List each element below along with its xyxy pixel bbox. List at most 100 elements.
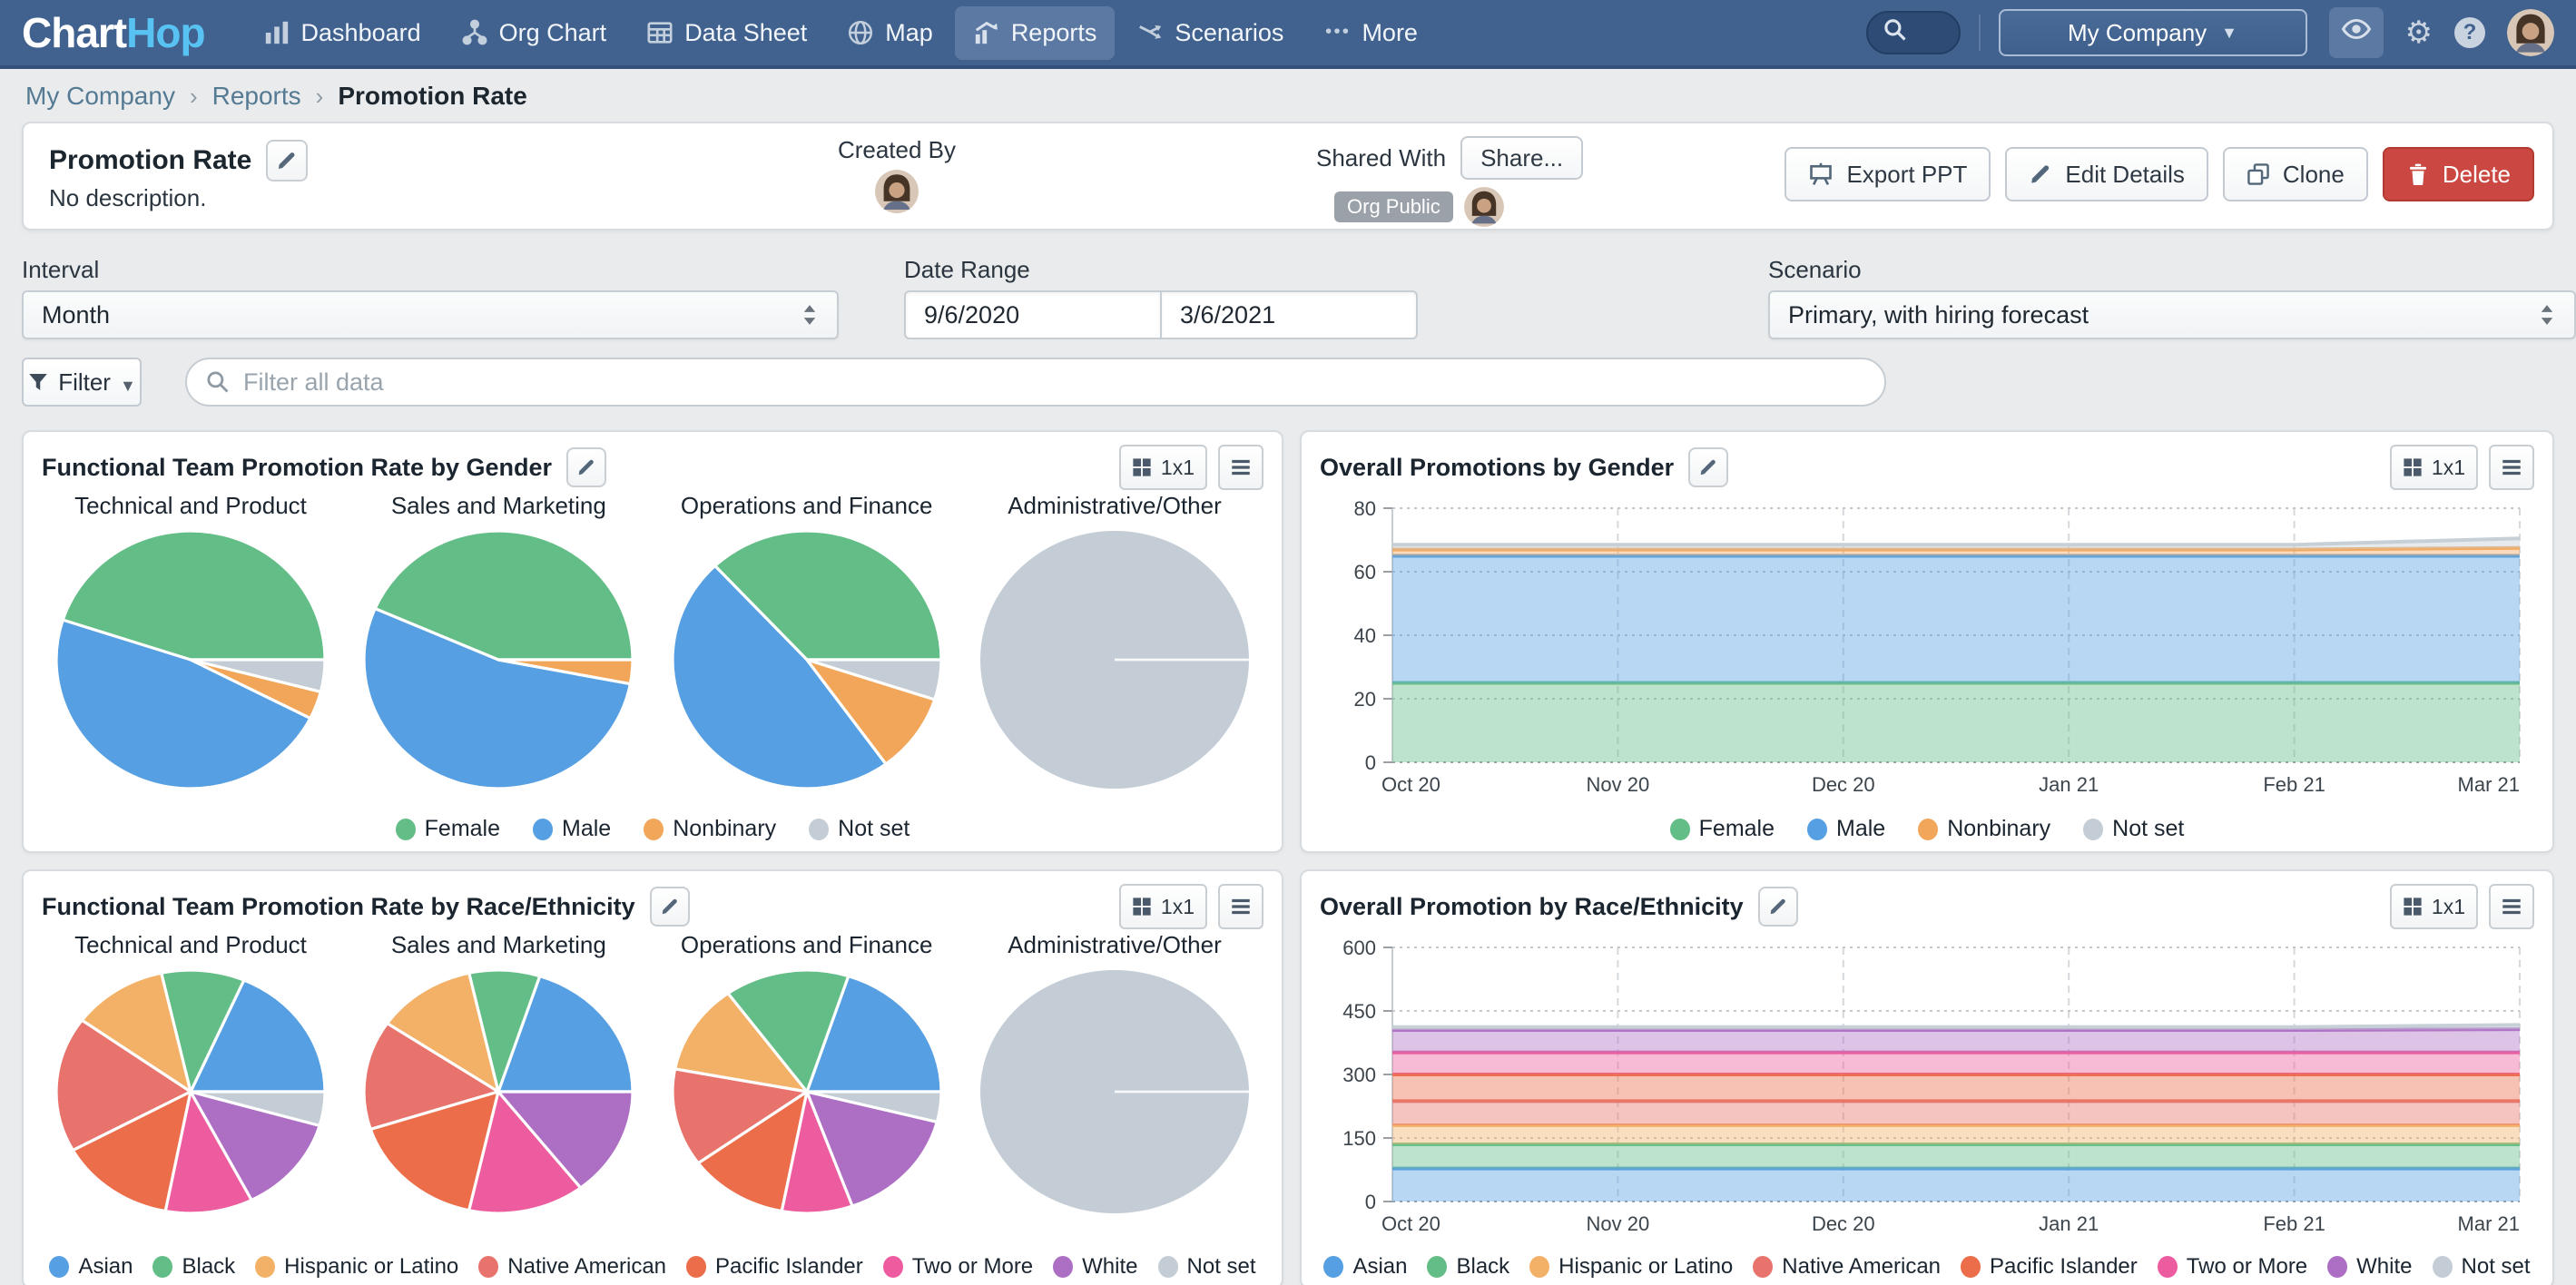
svg-text:40: 40: [1354, 624, 1376, 647]
delete-button[interactable]: Delete: [2383, 147, 2534, 201]
legend-dot: [1753, 1256, 1773, 1278]
card-size-button[interactable]: 1x1: [2390, 445, 2478, 490]
export-ppt-button[interactable]: Export PPT: [1785, 147, 1991, 201]
help-icon[interactable]: ?: [2454, 17, 2485, 48]
legend-label: Black: [182, 1254, 235, 1280]
settings-gear-icon[interactable]: ⚙: [2405, 17, 2433, 48]
legend-item-pacific-islander[interactable]: Pacific Islander: [1961, 1254, 2138, 1280]
hamburger-icon: [2500, 895, 2523, 918]
pie-administrative-other-race[interactable]: [969, 959, 1260, 1217]
legend-item-male[interactable]: Male: [533, 816, 611, 842]
filter-button[interactable]: Filter ▼: [22, 358, 142, 407]
legend-item-not-set[interactable]: Not set: [2433, 1254, 2531, 1280]
nav-item-map[interactable]: Map: [829, 6, 951, 60]
legend-item-native-american[interactable]: Native American: [478, 1254, 666, 1280]
pie-technical-product-race[interactable]: [45, 959, 336, 1217]
scenario-select[interactable]: Primary, with hiring forecast: [1768, 290, 2576, 339]
legend-dot: [686, 1256, 706, 1278]
pie-title: Sales and Marketing: [346, 931, 651, 959]
nav-item-data-sheet[interactable]: Data Sheet: [628, 6, 825, 60]
date-end-input[interactable]: [1160, 290, 1418, 339]
pie-sales-marketing-gender[interactable]: [353, 520, 644, 792]
card-menu-button[interactable]: [1218, 445, 1263, 490]
legend-item-asian[interactable]: Asian: [1323, 1254, 1407, 1280]
interval-select[interactable]: Month: [22, 290, 839, 339]
card-size-button[interactable]: 1x1: [1119, 445, 1207, 490]
nav-item-scenarios[interactable]: Scenarios: [1118, 6, 1302, 60]
legend-item-asian[interactable]: Asian: [49, 1254, 133, 1280]
legend-item-pacific-islander[interactable]: Pacific Islander: [686, 1254, 863, 1280]
pie-sales-marketing-race[interactable]: [353, 959, 644, 1217]
svg-text:Nov 20: Nov 20: [1587, 773, 1650, 796]
card-size-label: 1x1: [2432, 895, 2465, 919]
pie-operations-finance-gender[interactable]: [662, 520, 952, 792]
legend-item-female[interactable]: Female: [1670, 816, 1775, 842]
clone-button[interactable]: Clone: [2223, 147, 2368, 201]
edit-details-button[interactable]: Edit Details: [2005, 147, 2208, 201]
legend-label: Hispanic or Latino: [284, 1254, 458, 1280]
pie-administrative-other-gender[interactable]: [969, 520, 1260, 792]
card-size-button[interactable]: 1x1: [2390, 884, 2478, 929]
date-start-input[interactable]: [904, 290, 1162, 339]
legend-item-two-or-more[interactable]: Two or More: [2158, 1254, 2307, 1280]
report-actions: Export PPT Edit Details Clone Delete: [1785, 147, 2534, 201]
edit-chart-button[interactable]: [566, 447, 606, 487]
pie-column: Sales and Marketing: [346, 490, 651, 799]
legend-item-nonbinary[interactable]: Nonbinary: [644, 816, 776, 842]
legend-item-white[interactable]: White: [1053, 1254, 1137, 1280]
legend-item-not-set[interactable]: Not set: [1158, 1254, 1256, 1280]
legend-label: Not set: [1187, 1254, 1256, 1280]
legend-item-black[interactable]: Black: [1427, 1254, 1509, 1280]
legend-item-not-set[interactable]: Not set: [2083, 816, 2184, 842]
breadcrumb-reports[interactable]: Reports: [212, 82, 301, 111]
legend-dot: [1961, 1256, 1981, 1278]
shared-user-avatar[interactable]: [1464, 187, 1504, 227]
legend-dot: [1918, 819, 1938, 840]
legend-item-black[interactable]: Black: [152, 1254, 235, 1280]
legend-item-two-or-more[interactable]: Two or More: [883, 1254, 1033, 1280]
edit-title-button[interactable]: [266, 140, 308, 181]
nav-label: Data Sheet: [684, 19, 807, 47]
legend-item-hispanic-or-latino[interactable]: Hispanic or Latino: [1529, 1254, 1733, 1280]
legend-item-not-set[interactable]: Not set: [809, 816, 909, 842]
user-avatar[interactable]: [2507, 9, 2554, 56]
card-menu-button[interactable]: [2489, 884, 2534, 929]
created-by-block: Created By: [819, 136, 975, 213]
legend-item-male[interactable]: Male: [1807, 816, 1885, 842]
edit-chart-button[interactable]: [650, 887, 690, 927]
card-menu-button[interactable]: [2489, 445, 2534, 490]
nav-item-dashboard[interactable]: Dashboard: [245, 6, 439, 60]
area-chart-race[interactable]: 0150300450600Oct 20Nov 20Dec 20Jan 21Feb…: [1320, 933, 2531, 1252]
view-mode-button[interactable]: [2329, 7, 2384, 58]
filter-all-data-input[interactable]: [243, 368, 1866, 397]
card-gender-pies: Functional Team Promotion Rate by Gender…: [22, 430, 1283, 853]
nav-item-more[interactable]: More: [1305, 6, 1436, 60]
svg-text:600: 600: [1342, 937, 1376, 959]
grid-icon: [2403, 897, 2423, 917]
legend-item-nonbinary[interactable]: Nonbinary: [1918, 816, 2050, 842]
edit-chart-button[interactable]: [1758, 887, 1798, 927]
creator-avatar[interactable]: [875, 170, 919, 213]
legend-item-hispanic-or-latino[interactable]: Hispanic or Latino: [255, 1254, 458, 1280]
company-selector[interactable]: My Company ▼: [1999, 9, 2307, 56]
svg-text:300: 300: [1342, 1064, 1376, 1086]
scenario-label: Scenario: [1768, 256, 1862, 284]
charthop-logo[interactable]: ChartHop: [22, 8, 205, 57]
legend-item-female[interactable]: Female: [396, 816, 500, 842]
legend-item-white[interactable]: White: [2327, 1254, 2412, 1280]
legend-item-native-american[interactable]: Native American: [1753, 1254, 1941, 1280]
chevron-right-icon: ›: [190, 83, 198, 111]
global-search-button[interactable]: [1866, 11, 1961, 54]
edit-chart-button[interactable]: [1688, 447, 1728, 487]
nav-item-reports[interactable]: Reports: [955, 6, 1116, 60]
pie-operations-finance-race[interactable]: [662, 959, 952, 1217]
caret-down-icon: ▼: [120, 377, 136, 396]
card-menu-button[interactable]: [1218, 884, 1263, 929]
share-button[interactable]: Share...: [1460, 136, 1583, 180]
nav-item-org-chart[interactable]: Org Chart: [443, 6, 625, 60]
card-size-button[interactable]: 1x1: [1119, 884, 1207, 929]
pie-technical-product-gender[interactable]: [45, 520, 336, 792]
breadcrumb-my-company[interactable]: My Company: [25, 82, 175, 111]
company-selector-label: My Company: [2068, 19, 2207, 47]
area-chart-gender[interactable]: 020406080Oct 20Nov 20Dec 20Jan 21Feb 21M…: [1320, 494, 2531, 813]
